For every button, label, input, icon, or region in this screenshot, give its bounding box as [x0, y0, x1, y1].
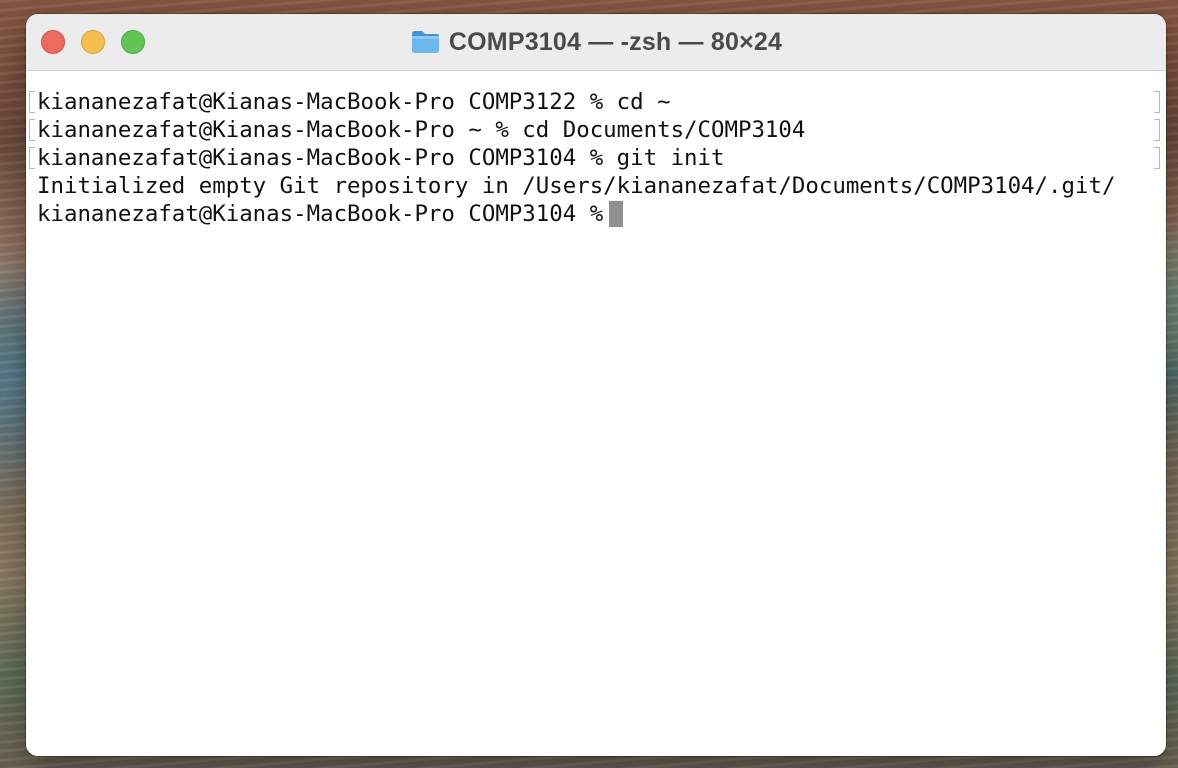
terminal-prompt-line[interactable]: kiananezafat@Kianas-MacBook-Pro COMP3104… [37, 200, 624, 228]
line-mark-right [1154, 119, 1160, 141]
folder-icon [410, 29, 441, 55]
terminal-output-line: Initialized empty Git repository in /Use… [37, 173, 1116, 199]
line-mark-right [1154, 147, 1160, 169]
window-title: COMP3104 — -zsh — 80×24 [448, 27, 783, 56]
window-title-group: COMP3104 — -zsh — 80×24 [26, 14, 1166, 70]
terminal-window[interactable]: COMP3104 — -zsh — 80×24 kiananezafat@Kia… [26, 14, 1166, 756]
terminal-line: kiananezafat@Kianas-MacBook-Pro COMP3122… [37, 89, 671, 115]
title-bar[interactable]: COMP3104 — -zsh — 80×24 [26, 14, 1166, 71]
terminal-line: kiananezafat@Kianas-MacBook-Pro ~ % cd D… [37, 117, 806, 143]
terminal-prompt: kiananezafat@Kianas-MacBook-Pro COMP3104… [37, 201, 604, 227]
terminal-line: kiananezafat@Kianas-MacBook-Pro COMP3104… [37, 145, 725, 171]
text-cursor [609, 201, 624, 227]
line-mark-left [29, 147, 35, 169]
line-mark-left [29, 91, 35, 113]
terminal-content[interactable]: kiananezafat@Kianas-MacBook-Pro COMP3122… [26, 71, 1166, 756]
line-mark-left [29, 119, 35, 141]
line-mark-right [1154, 91, 1160, 113]
